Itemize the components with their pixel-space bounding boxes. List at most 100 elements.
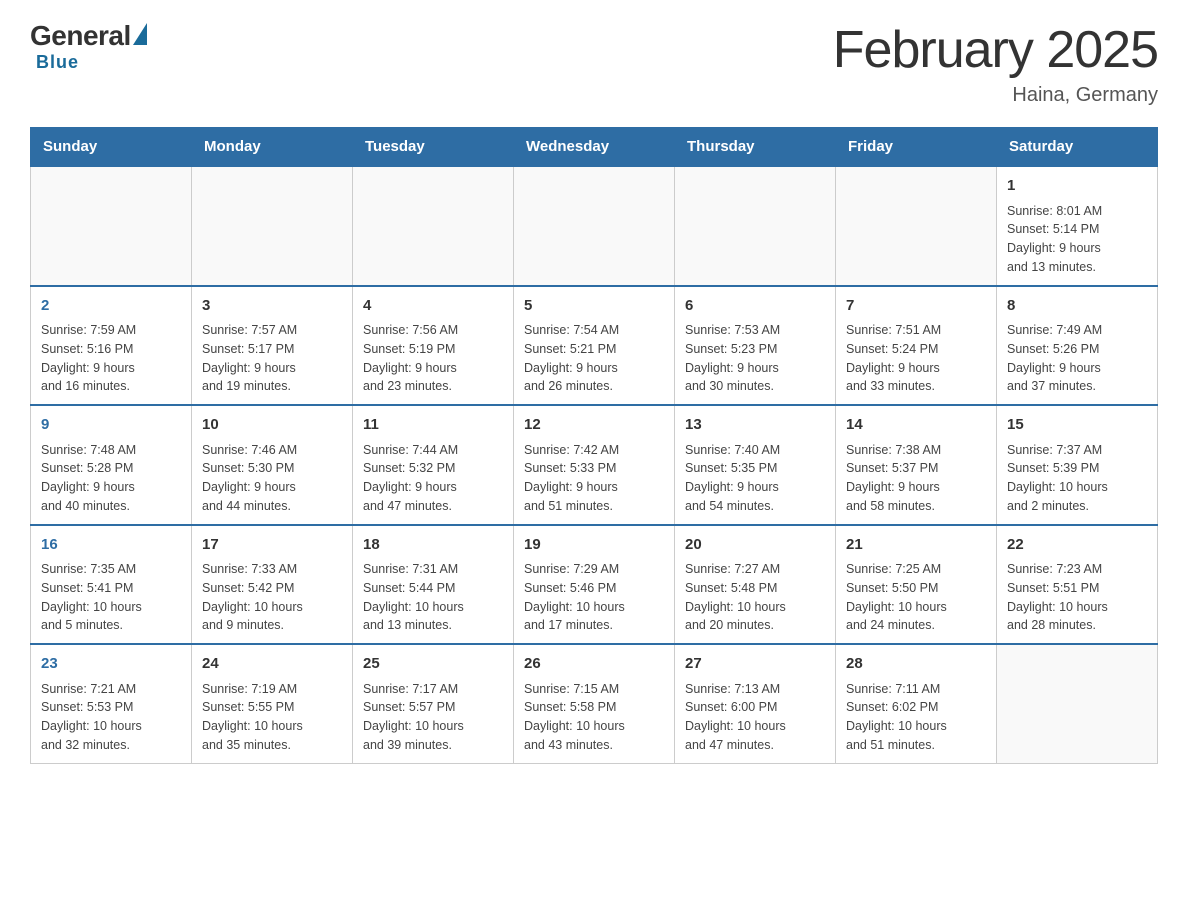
calendar-cell: 15 Sunrise: 7:37 AM Sunset: 5:39 PM Dayli… [997, 405, 1158, 525]
calendar-cell [514, 166, 675, 286]
calendar-cell: 16 Sunrise: 7:35 AM Sunset: 5:41 PM Dayli… [31, 525, 192, 645]
page-header: General Blue February 2025 Haina, German… [30, 20, 1158, 107]
calendar-cell: 19 Sunrise: 7:29 AM Sunset: 5:46 PM Dayli… [514, 525, 675, 645]
day-info: Sunrise: 7:17 AM Sunset: 5:57 PM Dayligh… [363, 680, 503, 755]
day-number: 4 [363, 295, 503, 318]
calendar-cell: 23 Sunrise: 7:21 AM Sunset: 5:53 PM Dayli… [31, 644, 192, 763]
calendar-cell: 4 Sunrise: 7:56 AM Sunset: 5:19 PM Daylig… [353, 286, 514, 406]
day-info: Sunrise: 7:27 AM Sunset: 5:48 PM Dayligh… [685, 560, 825, 635]
calendar-cell: 26 Sunrise: 7:15 AM Sunset: 5:58 PM Dayli… [514, 644, 675, 763]
day-info: Sunrise: 7:13 AM Sunset: 6:00 PM Dayligh… [685, 680, 825, 755]
day-info: Sunrise: 8:01 AM Sunset: 5:14 PM Dayligh… [1007, 202, 1147, 277]
day-number: 26 [524, 653, 664, 676]
day-number: 1 [1007, 175, 1147, 198]
day-info: Sunrise: 7:21 AM Sunset: 5:53 PM Dayligh… [41, 680, 181, 755]
day-number: 6 [685, 295, 825, 318]
day-info: Sunrise: 7:51 AM Sunset: 5:24 PM Dayligh… [846, 321, 986, 396]
calendar-cell: 27 Sunrise: 7:13 AM Sunset: 6:00 PM Dayli… [675, 644, 836, 763]
weekday-header: Monday [192, 128, 353, 167]
logo-general-text: General [30, 20, 131, 52]
day-info: Sunrise: 7:19 AM Sunset: 5:55 PM Dayligh… [202, 680, 342, 755]
day-number: 21 [846, 534, 986, 557]
day-info: Sunrise: 7:49 AM Sunset: 5:26 PM Dayligh… [1007, 321, 1147, 396]
title-block: February 2025 Haina, Germany [833, 20, 1158, 107]
calendar-cell [997, 644, 1158, 763]
calendar-cell: 7 Sunrise: 7:51 AM Sunset: 5:24 PM Daylig… [836, 286, 997, 406]
calendar-cell: 20 Sunrise: 7:27 AM Sunset: 5:48 PM Dayli… [675, 525, 836, 645]
day-info: Sunrise: 7:11 AM Sunset: 6:02 PM Dayligh… [846, 680, 986, 755]
day-info: Sunrise: 7:59 AM Sunset: 5:16 PM Dayligh… [41, 321, 181, 396]
day-number: 28 [846, 653, 986, 676]
day-number: 19 [524, 534, 664, 557]
day-number: 25 [363, 653, 503, 676]
weekday-header: Friday [836, 128, 997, 167]
day-info: Sunrise: 7:37 AM Sunset: 5:39 PM Dayligh… [1007, 441, 1147, 516]
day-number: 13 [685, 414, 825, 437]
day-info: Sunrise: 7:48 AM Sunset: 5:28 PM Dayligh… [41, 441, 181, 516]
day-number: 8 [1007, 295, 1147, 318]
calendar-cell: 18 Sunrise: 7:31 AM Sunset: 5:44 PM Dayli… [353, 525, 514, 645]
weekday-header: Saturday [997, 128, 1158, 167]
day-number: 24 [202, 653, 342, 676]
day-number: 17 [202, 534, 342, 557]
day-info: Sunrise: 7:15 AM Sunset: 5:58 PM Dayligh… [524, 680, 664, 755]
logo-blue-text: Blue [36, 52, 79, 73]
day-info: Sunrise: 7:23 AM Sunset: 5:51 PM Dayligh… [1007, 560, 1147, 635]
calendar-cell: 12 Sunrise: 7:42 AM Sunset: 5:33 PM Dayli… [514, 405, 675, 525]
calendar-table: SundayMondayTuesdayWednesdayThursdayFrid… [30, 127, 1158, 764]
calendar-cell: 3Sunrise: 7:57 AM Sunset: 5:17 PM Daylig… [192, 286, 353, 406]
calendar-cell: 24 Sunrise: 7:19 AM Sunset: 5:55 PM Dayli… [192, 644, 353, 763]
day-info: Sunrise: 7:56 AM Sunset: 5:19 PM Dayligh… [363, 321, 503, 396]
day-number: 18 [363, 534, 503, 557]
day-number: 23 [41, 653, 181, 676]
calendar-cell: 28 Sunrise: 7:11 AM Sunset: 6:02 PM Dayli… [836, 644, 997, 763]
weekday-header: Wednesday [514, 128, 675, 167]
day-number: 11 [363, 414, 503, 437]
day-number: 7 [846, 295, 986, 318]
day-number: 12 [524, 414, 664, 437]
day-number: 20 [685, 534, 825, 557]
calendar-cell: 1 Sunrise: 8:01 AM Sunset: 5:14 PM Daylig… [997, 166, 1158, 286]
day-number: 16 [41, 534, 181, 557]
location-text: Haina, Germany [833, 84, 1158, 107]
day-number: 5 [524, 295, 664, 318]
day-info: Sunrise: 7:54 AM Sunset: 5:21 PM Dayligh… [524, 321, 664, 396]
calendar-cell [192, 166, 353, 286]
calendar-week-row: 2Sunrise: 7:59 AM Sunset: 5:16 PM Daylig… [31, 286, 1158, 406]
day-info: Sunrise: 7:35 AM Sunset: 5:41 PM Dayligh… [41, 560, 181, 635]
day-number: 14 [846, 414, 986, 437]
calendar-cell: 8 Sunrise: 7:49 AM Sunset: 5:26 PM Daylig… [997, 286, 1158, 406]
logo: General Blue [30, 20, 147, 73]
calendar-cell: 17Sunrise: 7:33 AM Sunset: 5:42 PM Dayli… [192, 525, 353, 645]
calendar-header-row: SundayMondayTuesdayWednesdayThursdayFrid… [31, 128, 1158, 167]
calendar-cell: 21 Sunrise: 7:25 AM Sunset: 5:50 PM Dayli… [836, 525, 997, 645]
day-number: 9 [41, 414, 181, 437]
calendar-cell: 10 Sunrise: 7:46 AM Sunset: 5:30 PM Dayli… [192, 405, 353, 525]
day-info: Sunrise: 7:44 AM Sunset: 5:32 PM Dayligh… [363, 441, 503, 516]
calendar-cell: 13Sunrise: 7:40 AM Sunset: 5:35 PM Dayli… [675, 405, 836, 525]
calendar-cell: 2Sunrise: 7:59 AM Sunset: 5:16 PM Daylig… [31, 286, 192, 406]
calendar-cell: 5 Sunrise: 7:54 AM Sunset: 5:21 PM Daylig… [514, 286, 675, 406]
calendar-cell: 11 Sunrise: 7:44 AM Sunset: 5:32 PM Dayli… [353, 405, 514, 525]
calendar-cell: 25 Sunrise: 7:17 AM Sunset: 5:57 PM Dayli… [353, 644, 514, 763]
weekday-header: Tuesday [353, 128, 514, 167]
day-number: 22 [1007, 534, 1147, 557]
day-number: 3 [202, 295, 342, 318]
day-number: 10 [202, 414, 342, 437]
day-info: Sunrise: 7:25 AM Sunset: 5:50 PM Dayligh… [846, 560, 986, 635]
day-info: Sunrise: 7:53 AM Sunset: 5:23 PM Dayligh… [685, 321, 825, 396]
day-info: Sunrise: 7:29 AM Sunset: 5:46 PM Dayligh… [524, 560, 664, 635]
day-info: Sunrise: 7:31 AM Sunset: 5:44 PM Dayligh… [363, 560, 503, 635]
day-number: 27 [685, 653, 825, 676]
logo-triangle-icon [133, 23, 147, 45]
calendar-cell [353, 166, 514, 286]
day-info: Sunrise: 7:42 AM Sunset: 5:33 PM Dayligh… [524, 441, 664, 516]
calendar-week-row: 16 Sunrise: 7:35 AM Sunset: 5:41 PM Dayli… [31, 525, 1158, 645]
day-info: Sunrise: 7:38 AM Sunset: 5:37 PM Dayligh… [846, 441, 986, 516]
weekday-header: Sunday [31, 128, 192, 167]
day-number: 15 [1007, 414, 1147, 437]
weekday-header: Thursday [675, 128, 836, 167]
calendar-cell [836, 166, 997, 286]
day-info: Sunrise: 7:46 AM Sunset: 5:30 PM Dayligh… [202, 441, 342, 516]
calendar-cell: 14 Sunrise: 7:38 AM Sunset: 5:37 PM Dayli… [836, 405, 997, 525]
